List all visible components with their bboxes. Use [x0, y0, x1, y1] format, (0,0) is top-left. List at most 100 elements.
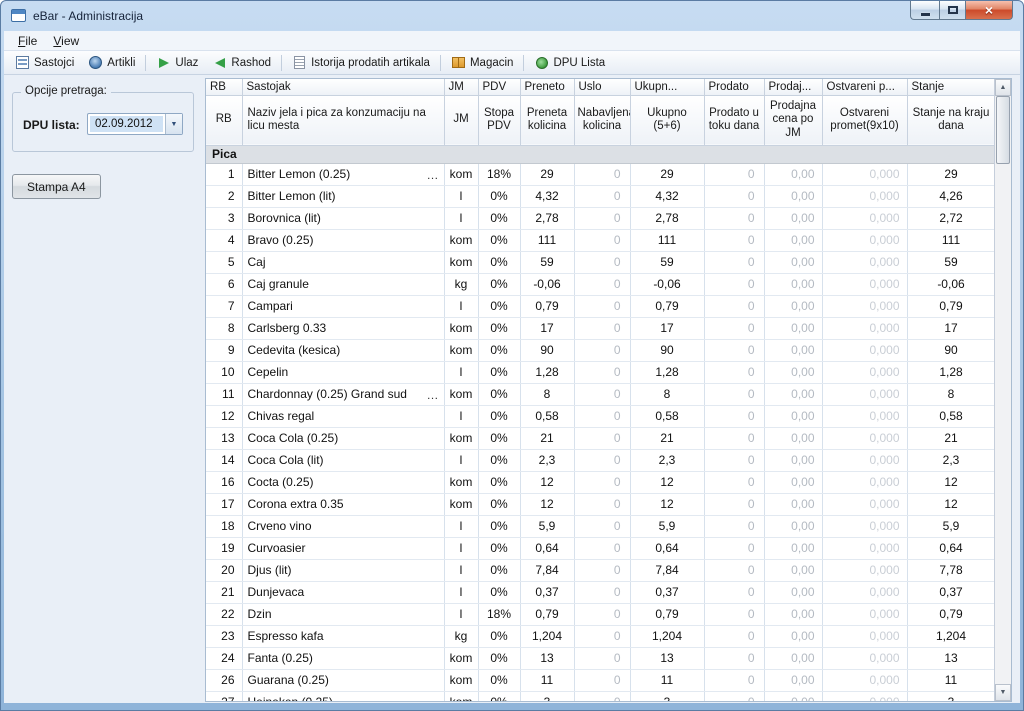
cell-ostvareni: 0,000 — [822, 493, 907, 515]
window-title: eBar - Administracija — [33, 9, 143, 23]
scroll-up-button[interactable]: ▲ — [995, 79, 1011, 96]
cell-name-ellipsis: … — [427, 384, 439, 406]
cell-ostvareni: 0,000 — [822, 581, 907, 603]
table-row[interactable]: 5 Caj kom 0% 59 0 59 0 0,00 0,000 59 — [206, 251, 994, 273]
column-header-uslo[interactable]: Uslo — [574, 79, 630, 95]
cell-prodajna: 0,00 — [764, 405, 822, 427]
table-row[interactable]: 10 Cepelin l 0% 1,28 0 1,28 0 0,00 0,000… — [206, 361, 994, 383]
column-header-stanje[interactable]: Stanje — [907, 79, 994, 95]
cell-stanje: 0,79 — [907, 295, 994, 317]
toolbar-separator — [281, 55, 282, 71]
cell-ukupno: 12 — [630, 493, 704, 515]
cell-stanje: 8 — [907, 383, 994, 405]
cell-pdv: 0% — [478, 317, 520, 339]
table-row[interactable]: 11 Chardonnay (0.25) Grand sud … kom 0% … — [206, 383, 994, 405]
scroll-down-button[interactable]: ▼ — [995, 684, 1011, 701]
toolbar-button-rashod[interactable]: Rashod — [205, 52, 278, 74]
cell-rb: 18 — [206, 515, 242, 537]
cell-name-text: Bitter Lemon (lit) — [248, 189, 336, 203]
title-bar[interactable]: eBar - Administracija × — [1, 1, 1023, 31]
cell-name: Coca Cola (0.25) — [242, 427, 444, 449]
table-row[interactable]: 20 Djus (lit) l 0% 7,84 0 7,84 0 0,00 0,… — [206, 559, 994, 581]
dpu-date-combobox[interactable]: 02.09.2012 ▼ — [87, 113, 183, 135]
cell-ostvareni: 0,000 — [822, 163, 907, 185]
cell-name: Curvoasier — [242, 537, 444, 559]
cell-pdv: 0% — [478, 427, 520, 449]
cell-name: Campari — [242, 295, 444, 317]
cell-prodajna: 0,00 — [764, 493, 822, 515]
table-row[interactable]: 23 Espresso kafa kg 0% 1,204 0 1,204 0 0… — [206, 625, 994, 647]
arrow-up-icon: ▲ — [1000, 84, 1007, 91]
cell-jm: kom — [444, 339, 478, 361]
table-row[interactable]: 26 Guarana (0.25) kom 0% 11 0 11 0 0,00 … — [206, 669, 994, 691]
column-header-ukupno[interactable]: Ukupn... — [630, 79, 704, 95]
cell-stanje: 5,9 — [907, 515, 994, 537]
table-row[interactable]: 2 Bitter Lemon (lit) l 0% 4,32 0 4,32 0 … — [206, 185, 994, 207]
table-row[interactable]: 9 Cedevita (kesica) kom 0% 90 0 90 0 0,0… — [206, 339, 994, 361]
cell-stanje: 4,26 — [907, 185, 994, 207]
cell-ukupno: 2,78 — [630, 207, 704, 229]
cell-preneto: 12 — [520, 471, 574, 493]
column-header-jm[interactable]: JM — [444, 79, 478, 95]
toolbar-button-magacin[interactable]: Magacin — [444, 52, 520, 74]
menu-file[interactable]: File — [10, 32, 45, 50]
cell-rb: 5 — [206, 251, 242, 273]
scrollbar-track[interactable] — [995, 164, 1011, 684]
table-row[interactable]: 6 Caj granule kg 0% -0,06 0 -0,06 0 0,00… — [206, 273, 994, 295]
table-row[interactable]: 17 Corona extra 0.35 kom 0% 12 0 12 0 0,… — [206, 493, 994, 515]
print-a4-button[interactable]: Stampa A4 — [12, 174, 101, 199]
cell-stanje: 13 — [907, 647, 994, 669]
cell-pdv: 0% — [478, 691, 520, 701]
column-header-rb[interactable]: RB — [206, 79, 242, 95]
table-row[interactable]: 1 Bitter Lemon (0.25) … kom 18% 29 0 29 … — [206, 163, 994, 185]
table-row[interactable]: 21 Dunjevaca l 0% 0,37 0 0,37 0 0,00 0,0… — [206, 581, 994, 603]
column-header-sastojak[interactable]: Sastojak — [242, 79, 444, 95]
cell-name-text: Fanta (0.25) — [248, 651, 313, 665]
cell-stanje: 59 — [907, 251, 994, 273]
toolbar-button-ulaz[interactable]: Ulaz — [149, 52, 205, 74]
cell-stanje: 0,58 — [907, 405, 994, 427]
vertical-scrollbar[interactable]: ▲ ▼ — [994, 79, 1011, 701]
cell-prodato: 0 — [704, 295, 764, 317]
table-row[interactable]: 3 Borovnica (lit) l 0% 2,78 0 2,78 0 0,0… — [206, 207, 994, 229]
cell-prodato: 0 — [704, 647, 764, 669]
toolbar-button-istorija[interactable]: Istorija prodatih artikala — [285, 52, 437, 74]
cell-ukupno: 17 — [630, 317, 704, 339]
maximize-button[interactable] — [939, 1, 966, 20]
table-row[interactable]: 14 Coca Cola (lit) l 0% 2,3 0 2,3 0 0,00… — [206, 449, 994, 471]
toolbar-button-dpu-lista[interactable]: DPU Lista — [527, 52, 612, 74]
table-row[interactable]: 12 Chivas regal l 0% 0,58 0 0,58 0 0,00 … — [206, 405, 994, 427]
cell-ostvareni: 0,000 — [822, 361, 907, 383]
combo-dropdown-button[interactable]: ▼ — [165, 114, 182, 134]
table-row[interactable]: 16 Cocta (0.25) kom 0% 12 0 12 0 0,00 0,… — [206, 471, 994, 493]
scrollbar-thumb[interactable] — [996, 96, 1010, 164]
column-header-pdv[interactable]: PDV — [478, 79, 520, 95]
table-row[interactable]: 22 Dzin l 18% 0,79 0 0,79 0 0,00 0,000 0… — [206, 603, 994, 625]
group-row-label: Pica — [206, 145, 994, 163]
table-row[interactable]: 18 Crveno vino l 0% 5,9 0 5,9 0 0,00 0,0… — [206, 515, 994, 537]
column-header-preneto[interactable]: Preneto — [520, 79, 574, 95]
column-header-prodajna[interactable]: Prodaj... — [764, 79, 822, 95]
column-header-prodato[interactable]: Prodato — [704, 79, 764, 95]
toolbar-button-sastojci[interactable]: Sastojci — [8, 52, 81, 74]
maximize-icon — [948, 6, 958, 14]
table-row[interactable]: 8 Carlsberg 0.33 kom 0% 17 0 17 0 0,00 0… — [206, 317, 994, 339]
toolbar-button-artikli[interactable]: Artikli — [81, 52, 142, 74]
table-row[interactable]: 27 Heineken (0.25) kom 0% 3 0 3 0 0,00 0… — [206, 691, 994, 701]
minimize-button[interactable] — [910, 1, 939, 20]
cell-pdv: 0% — [478, 581, 520, 603]
table-row[interactable]: 13 Coca Cola (0.25) kom 0% 21 0 21 0 0,0… — [206, 427, 994, 449]
cell-preneto: 2,3 — [520, 449, 574, 471]
cell-jm: l — [444, 581, 478, 603]
table-row[interactable]: 7 Campari l 0% 0,79 0 0,79 0 0,00 0,000 … — [206, 295, 994, 317]
table-row[interactable]: 24 Fanta (0.25) kom 0% 13 0 13 0 0,00 0,… — [206, 647, 994, 669]
cell-ukupno: 0,64 — [630, 537, 704, 559]
cell-name-text: Caj — [248, 255, 266, 269]
column-header-ostvareni[interactable]: Ostvareni p... — [822, 79, 907, 95]
cell-preneto: 7,84 — [520, 559, 574, 581]
close-button[interactable]: × — [966, 1, 1013, 20]
table-row[interactable]: 19 Curvoasier l 0% 0,64 0 0,64 0 0,00 0,… — [206, 537, 994, 559]
group-row-pica[interactable]: Pica — [206, 145, 994, 163]
menu-view[interactable]: View — [45, 32, 87, 50]
table-row[interactable]: 4 Bravo (0.25) kom 0% 111 0 111 0 0,00 0… — [206, 229, 994, 251]
